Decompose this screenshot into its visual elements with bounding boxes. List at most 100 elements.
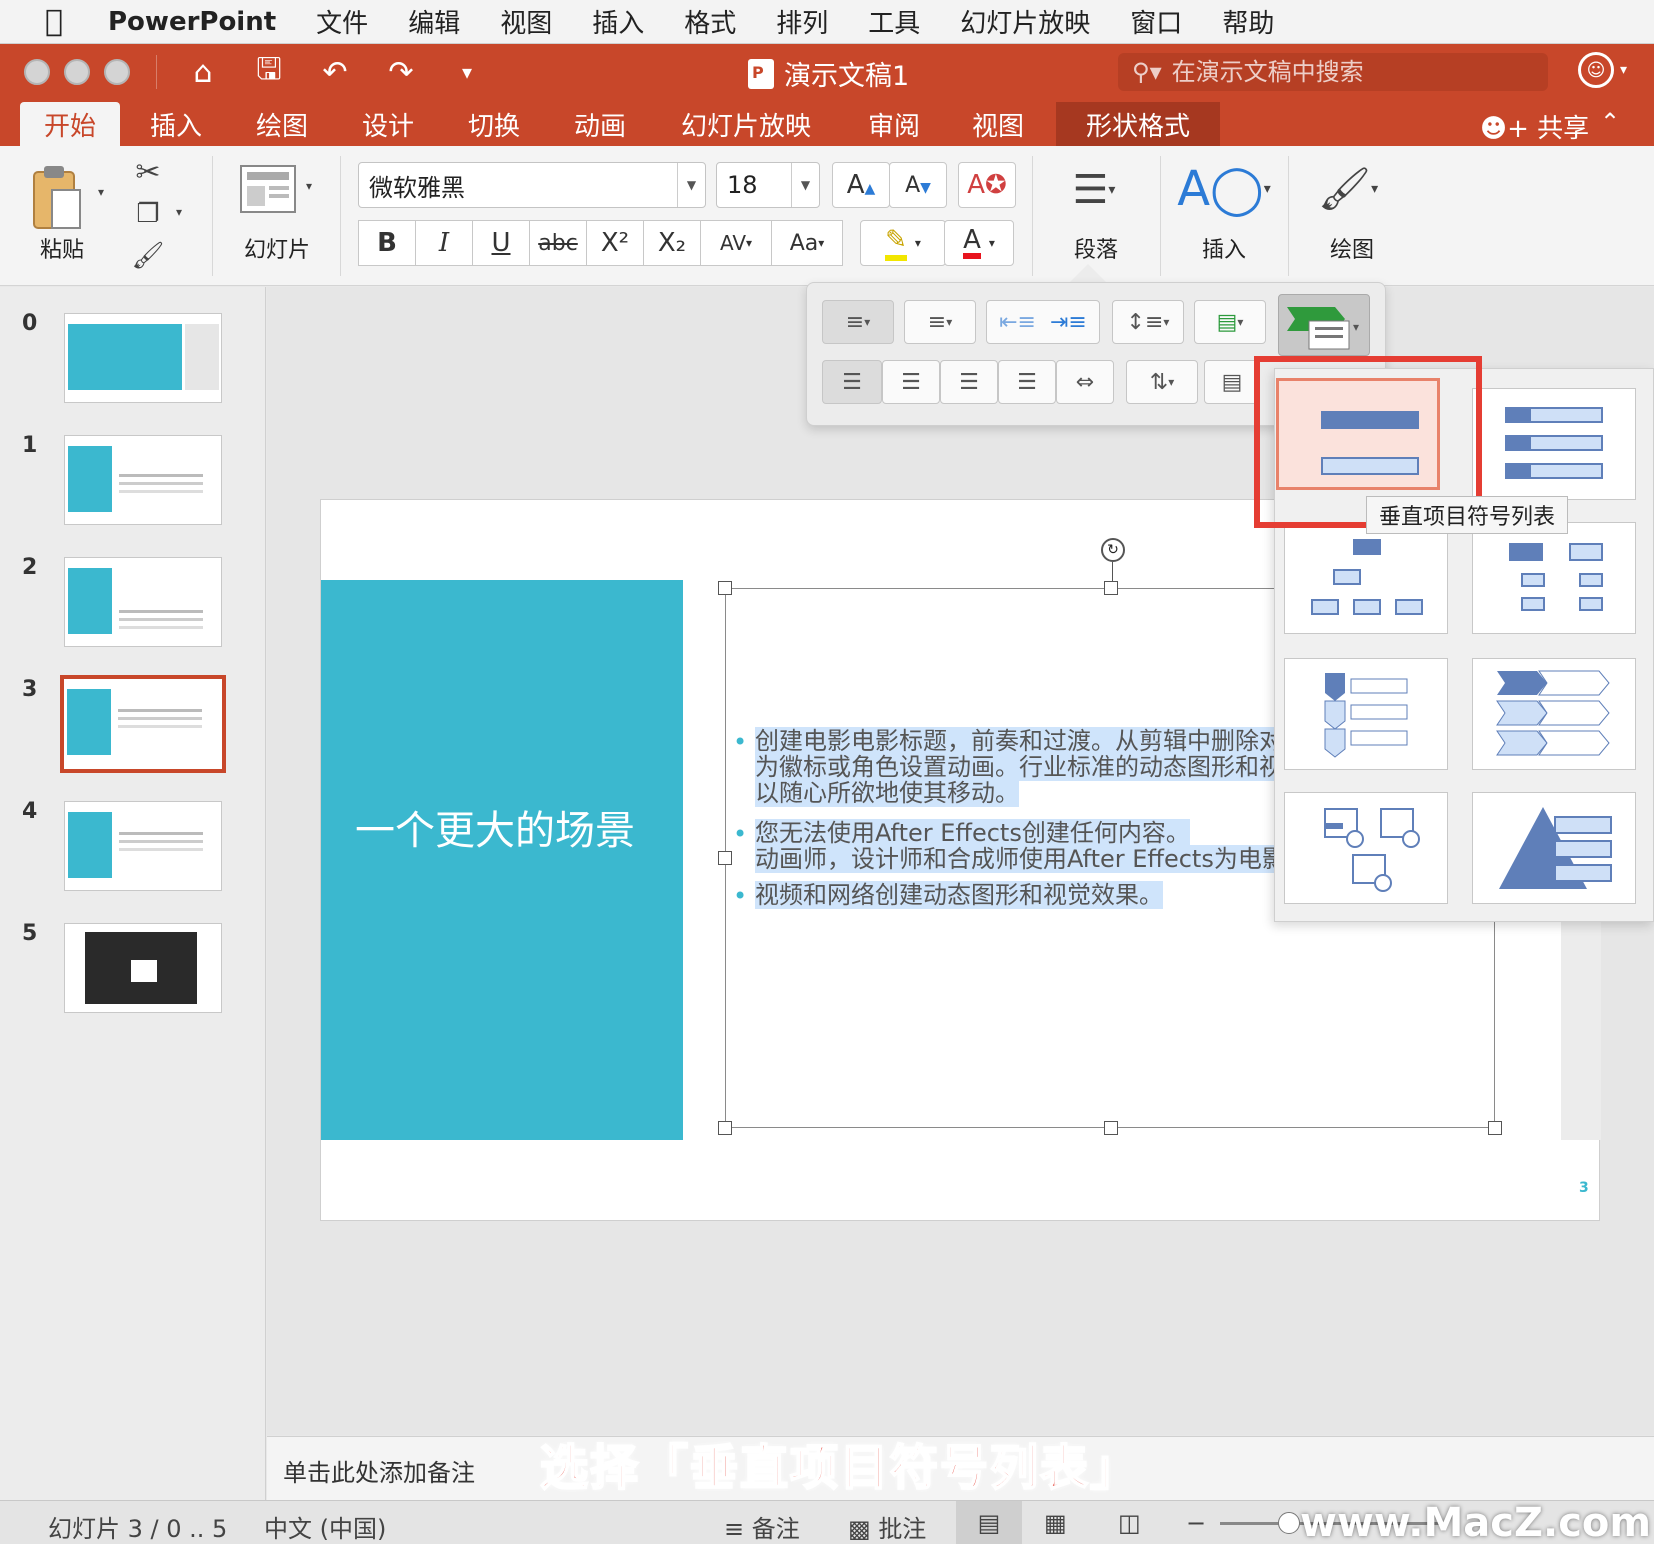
tab-shape-format[interactable]: 形状格式 bbox=[1056, 102, 1220, 146]
smartart-chevron-accent-list[interactable] bbox=[1472, 658, 1636, 770]
menu-window[interactable]: 窗口 bbox=[1110, 3, 1202, 40]
resize-handle[interactable] bbox=[718, 851, 732, 865]
line-spacing-button[interactable]: ↕≡ ▾ bbox=[1112, 300, 1184, 344]
slide-title[interactable]: 一个更大的场景 bbox=[355, 806, 655, 856]
save-icon[interactable]: 🖫 bbox=[249, 47, 289, 98]
customize-toolbar-icon[interactable]: ▾ bbox=[447, 60, 487, 84]
slide-thumbnail-2[interactable] bbox=[64, 557, 222, 647]
align-right-button[interactable]: ☰ bbox=[940, 360, 998, 404]
resize-handle[interactable] bbox=[1104, 1121, 1118, 1135]
slide-thumbnail-0[interactable] bbox=[64, 313, 222, 403]
drawing-button[interactable]: 🖌 ▾ bbox=[1308, 156, 1388, 222]
distributed-button[interactable]: ⇔ bbox=[1056, 360, 1114, 404]
italic-button[interactable]: I bbox=[415, 220, 473, 266]
smartart-circle-accent-list[interactable] bbox=[1284, 792, 1448, 904]
indent-buttons[interactable]: ⇤≡ ⇥≡ bbox=[986, 300, 1100, 344]
columns-button[interactable]: ▤ ▾ bbox=[1194, 300, 1266, 344]
new-slide-button[interactable] bbox=[238, 162, 298, 216]
slide-thumbnail-4[interactable] bbox=[64, 801, 222, 891]
smartart-pyramid-list[interactable] bbox=[1472, 792, 1636, 904]
undo-icon[interactable]: ↶ bbox=[315, 55, 355, 90]
paste-button[interactable] bbox=[26, 160, 86, 236]
language-indicator[interactable]: 中文 (中国) bbox=[264, 1509, 386, 1544]
align-center-button[interactable]: ☰ bbox=[882, 360, 940, 404]
tab-animations[interactable]: 动画 bbox=[554, 102, 646, 146]
tab-draw[interactable]: 绘图 bbox=[236, 102, 328, 146]
menu-format[interactable]: 格式 bbox=[664, 3, 756, 40]
comments-toggle[interactable]: ▩ 批注 bbox=[848, 1509, 926, 1544]
tab-view[interactable]: 视图 bbox=[952, 102, 1044, 146]
tab-review[interactable]: 审阅 bbox=[848, 102, 940, 146]
chevron-down-icon[interactable]: ▼ bbox=[677, 163, 705, 207]
slide-thumbnail-5[interactable] bbox=[64, 923, 222, 1013]
smartart-hierarchy-list[interactable] bbox=[1472, 522, 1636, 634]
menu-tools[interactable]: 工具 bbox=[848, 3, 940, 40]
menu-help[interactable]: 帮助 bbox=[1202, 3, 1294, 40]
smartart-hierarchy[interactable] bbox=[1284, 522, 1448, 634]
reading-view-button[interactable]: ◫ bbox=[1118, 1509, 1141, 1537]
collapse-ribbon-icon[interactable]: ⌃ bbox=[1600, 108, 1620, 136]
tab-slideshow[interactable]: 幻灯片放映 bbox=[668, 102, 824, 146]
home-icon[interactable]: ⌂ bbox=[183, 55, 223, 90]
decrease-font-size-button[interactable]: A▼ bbox=[889, 162, 947, 208]
align-text-button[interactable]: ▤ bbox=[1204, 360, 1260, 404]
feedback-smiley-icon[interactable]: ☺ bbox=[1578, 52, 1614, 88]
tab-transitions[interactable]: 切换 bbox=[448, 102, 540, 146]
highlight-color-button[interactable]: ✎ ▾ bbox=[860, 220, 946, 266]
apple-icon[interactable]:  bbox=[26, 0, 82, 44]
bold-button[interactable]: B bbox=[358, 220, 416, 266]
paragraph-label[interactable]: 段落 bbox=[1074, 232, 1118, 264]
notes-toggle[interactable]: ≡ 备注 bbox=[724, 1509, 800, 1544]
share-button[interactable]: ☻+ 共享 bbox=[1480, 108, 1589, 145]
tab-design[interactable]: 设计 bbox=[342, 102, 434, 146]
bullets-button[interactable]: ≡ ▾ bbox=[822, 300, 894, 344]
paste-options-chevron-icon[interactable]: ▾ bbox=[94, 182, 108, 202]
font-color-button[interactable]: A ▾ bbox=[944, 220, 1014, 266]
close-button[interactable] bbox=[24, 59, 50, 85]
change-case-button[interactable]: Aa ▾ bbox=[771, 220, 843, 266]
rotate-handle-icon[interactable]: ↻ bbox=[1101, 538, 1125, 562]
underline-button[interactable]: U bbox=[472, 220, 530, 266]
redo-icon[interactable]: ↷ bbox=[381, 55, 421, 90]
increase-font-size-button[interactable]: A▲ bbox=[832, 162, 890, 208]
insert-shape-button[interactable]: A◯ ▾ bbox=[1177, 156, 1271, 222]
menu-file[interactable]: 文件 bbox=[296, 3, 388, 40]
bullet-1[interactable]: 创建电影电影标题，前奏和过渡。从剪辑中删除对 为徽标或角色设置动画。行业标准的动… bbox=[755, 727, 1283, 807]
resize-handle[interactable] bbox=[718, 581, 732, 595]
title-placeholder[interactable]: 一个更大的场景 bbox=[321, 580, 683, 1140]
cut-scissors-icon[interactable]: ✂ bbox=[130, 154, 166, 190]
zoom-button[interactable] bbox=[104, 59, 130, 85]
resize-handle[interactable] bbox=[718, 1121, 732, 1135]
slide-layout-chevron-icon[interactable]: ▾ bbox=[302, 176, 316, 196]
menu-slideshow[interactable]: 幻灯片放映 bbox=[940, 3, 1110, 40]
justify-button[interactable]: ☰ bbox=[998, 360, 1056, 404]
app-menu[interactable]: PowerPoint bbox=[108, 7, 276, 37]
subscript-button[interactable]: X₂ bbox=[643, 220, 701, 266]
tab-insert[interactable]: 插入 bbox=[130, 102, 222, 146]
format-painter-icon[interactable]: 🖌 bbox=[130, 238, 166, 274]
chevron-down-icon[interactable]: ▼ bbox=[791, 163, 819, 207]
menu-arrange[interactable]: 排列 bbox=[756, 3, 848, 40]
smartart-vertical-chevron-list[interactable] bbox=[1284, 658, 1448, 770]
bullet-3[interactable]: 视频和网络创建动态图形和视觉效果。 bbox=[755, 881, 1163, 909]
paragraph-button[interactable]: ☰ ▾ bbox=[1058, 162, 1130, 218]
normal-view-button[interactable]: ▤ bbox=[956, 1501, 1022, 1544]
resize-handle[interactable] bbox=[1488, 1121, 1502, 1135]
smartart-vertical-box-list[interactable] bbox=[1472, 388, 1636, 500]
copy-options-chevron-icon[interactable]: ▾ bbox=[172, 202, 186, 222]
menu-view[interactable]: 视图 bbox=[480, 3, 572, 40]
character-spacing-button[interactable]: AV ▾ bbox=[700, 220, 772, 266]
strikethrough-button[interactable]: abc bbox=[529, 220, 587, 266]
font-size-select[interactable]: 18 ▼ bbox=[716, 162, 820, 208]
minimize-button[interactable] bbox=[64, 59, 90, 85]
text-direction-button[interactable]: ⇅ ▾ bbox=[1126, 360, 1198, 404]
zoom-out-button[interactable]: − bbox=[1186, 1509, 1206, 1537]
superscript-button[interactable]: X² bbox=[586, 220, 644, 266]
align-left-button[interactable]: ☰ bbox=[822, 360, 882, 404]
zoom-slider-knob[interactable] bbox=[1278, 1512, 1300, 1534]
notes-placeholder[interactable]: 单击此处添加备注 bbox=[283, 1453, 475, 1488]
chevron-down-icon[interactable]: ▾ bbox=[1620, 62, 1627, 78]
menu-edit[interactable]: 编辑 bbox=[388, 3, 480, 40]
copy-icon[interactable]: ❐ bbox=[130, 196, 166, 232]
numbering-button[interactable]: ≡ ▾ bbox=[904, 300, 976, 344]
